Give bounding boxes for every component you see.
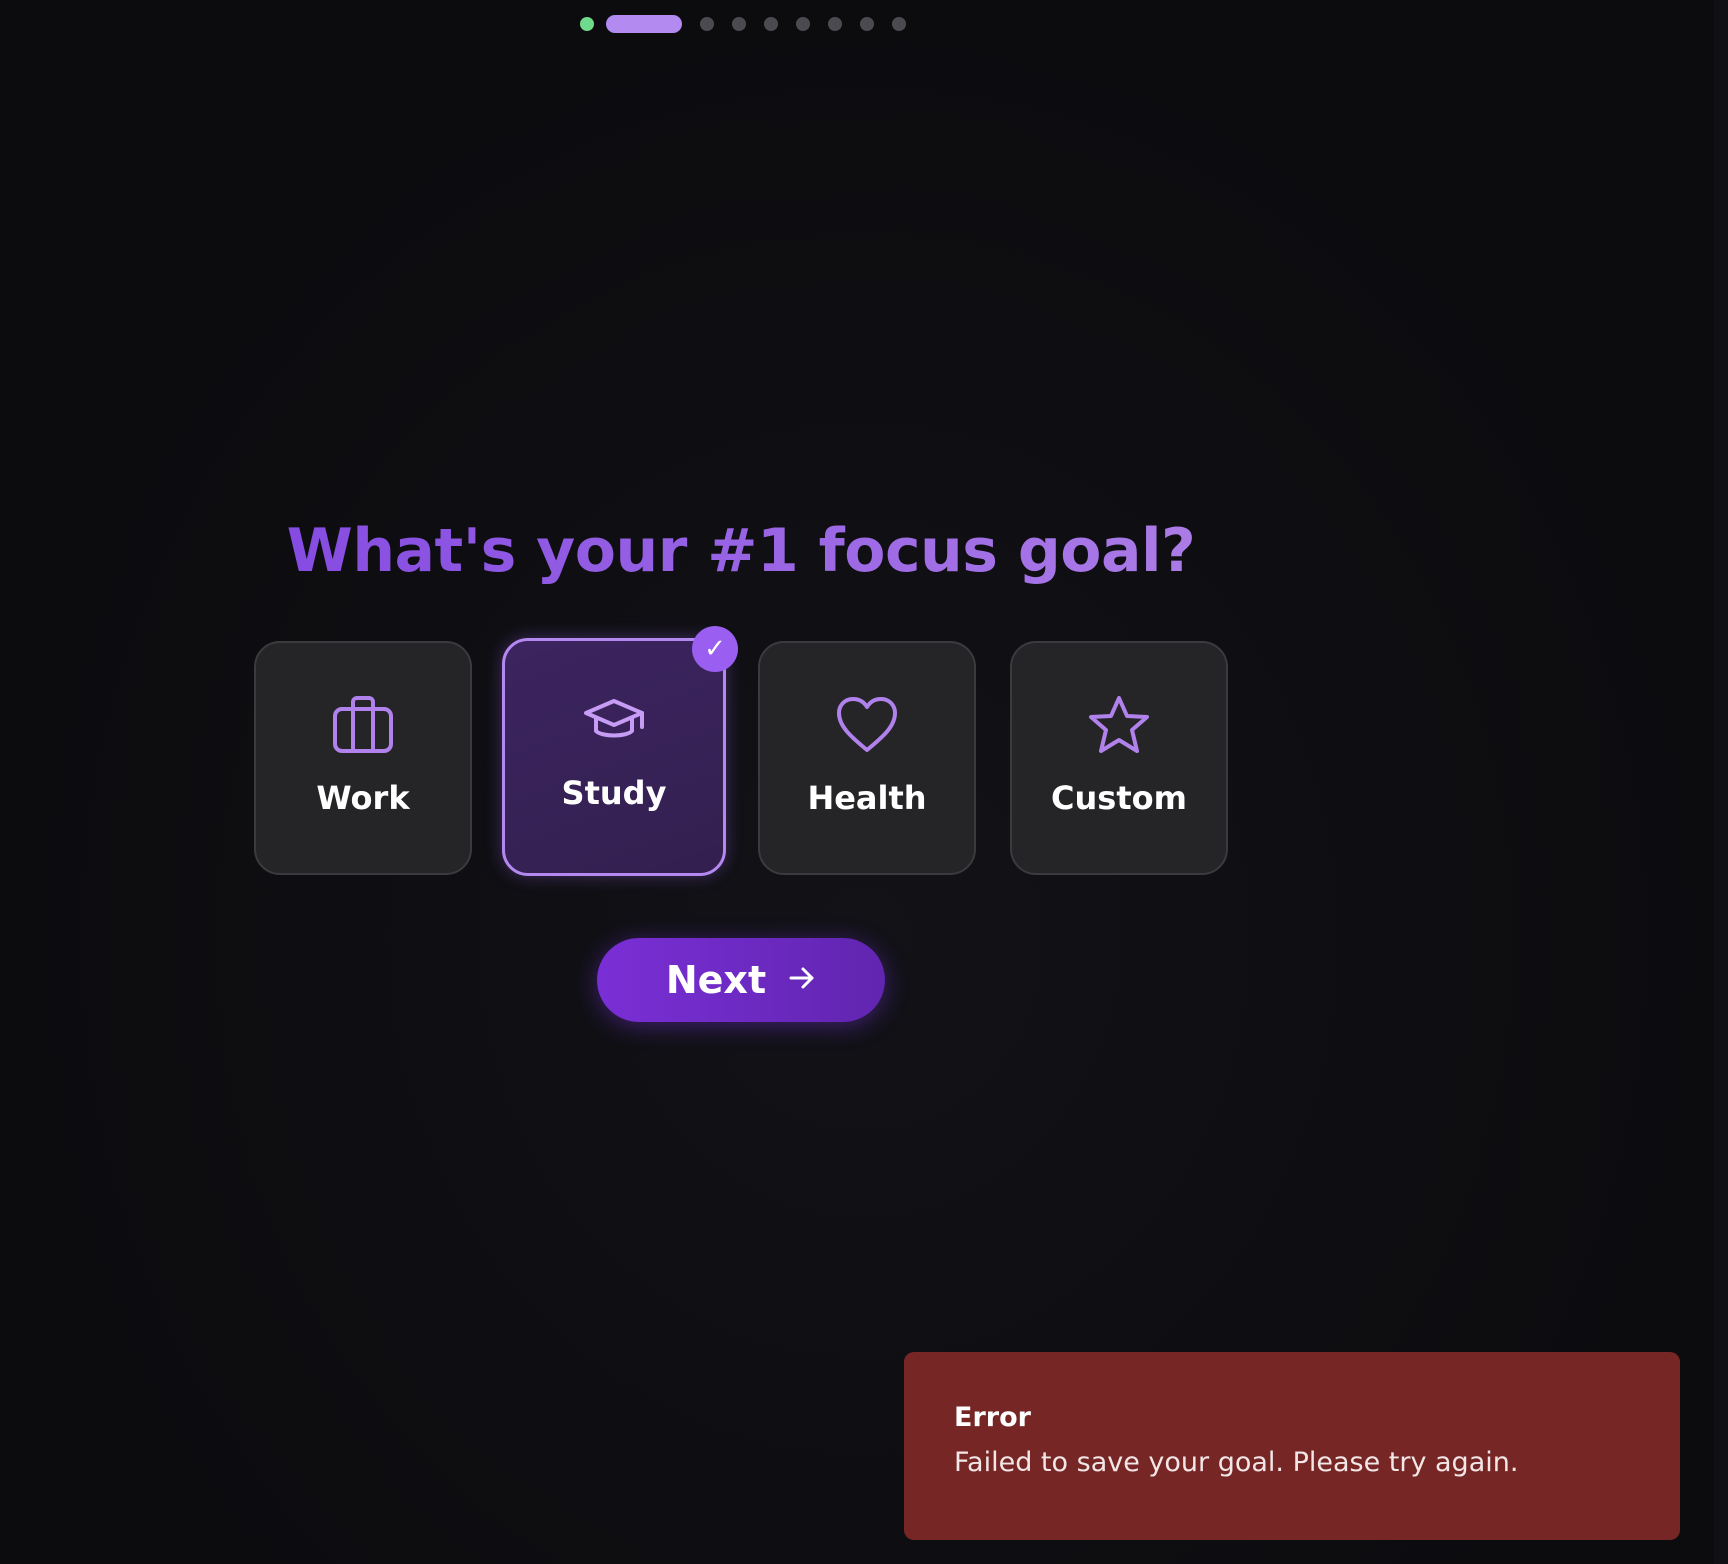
progress-dot xyxy=(860,17,874,31)
progress-dot xyxy=(828,17,842,31)
page-title: What's your #1 focus goal? xyxy=(0,516,1482,586)
progress-dot xyxy=(764,17,778,31)
progress-dot xyxy=(892,17,906,31)
option-card-study[interactable]: Study xyxy=(502,638,726,876)
step-progress xyxy=(580,14,924,34)
option-card-health[interactable]: Health xyxy=(758,641,976,875)
star-icon xyxy=(1087,693,1151,757)
progress-dot-current xyxy=(606,15,682,33)
option-label: Work xyxy=(316,779,410,817)
next-button-label: Next xyxy=(665,958,767,1002)
toast-message: Failed to save your goal. Please try aga… xyxy=(954,1447,1519,1478)
next-button[interactable]: Next xyxy=(597,938,885,1022)
progress-dot xyxy=(796,17,810,31)
option-card-work[interactable]: Work xyxy=(254,641,472,875)
heart-icon xyxy=(835,693,899,757)
selected-check-icon: ✓ xyxy=(692,626,738,672)
arrow-right-icon xyxy=(788,966,816,994)
onboarding-screen: What's your #1 focus goal? Work Study ✓ xyxy=(0,0,1728,1564)
progress-dot-complete xyxy=(580,17,594,31)
briefcase-icon xyxy=(331,693,395,757)
option-label: Study xyxy=(561,774,667,812)
option-label: Custom xyxy=(1051,779,1187,817)
option-card-custom[interactable]: Custom xyxy=(1010,641,1228,875)
window-edge xyxy=(1714,0,1728,1564)
progress-dot xyxy=(732,17,746,31)
error-toast: Error Failed to save your goal. Please t… xyxy=(904,1352,1680,1540)
option-label: Health xyxy=(807,779,927,817)
toast-title: Error xyxy=(954,1402,1031,1433)
progress-dot xyxy=(700,17,714,31)
graduation-cap-icon xyxy=(582,688,646,752)
